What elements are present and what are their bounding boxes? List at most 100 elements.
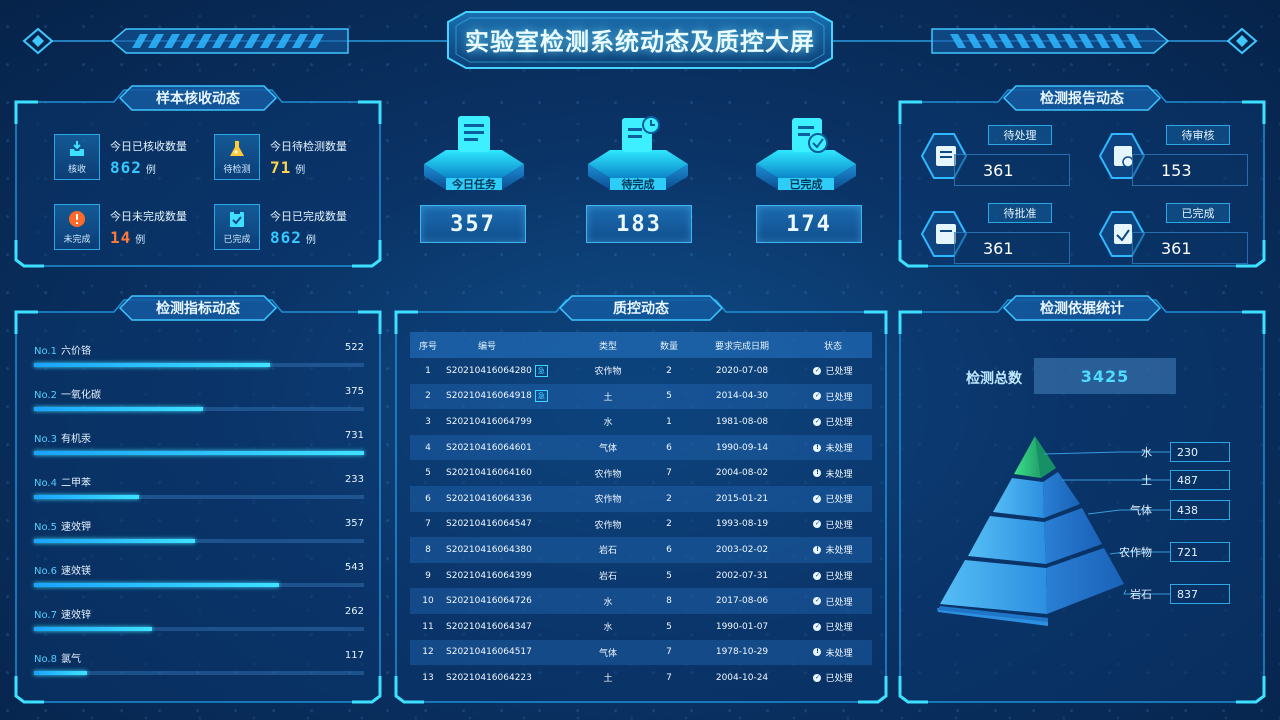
table-row[interactable]: 7 S20210416064547 农作物 2 1993-08-19 ✓ 已处理 (410, 512, 872, 538)
tier-label: 农作物 (1119, 546, 1152, 559)
cell-date: 2004-10-24 (715, 672, 769, 683)
cell-index: 3 (425, 416, 431, 427)
indicator-value: 543 (344, 562, 364, 573)
table-row[interactable]: 3 S20210416064799 水 1 1981-08-08 ✓ 已处理 (410, 409, 872, 435)
indicator-bar-track (34, 407, 364, 411)
cell-qty: 6 (666, 442, 672, 453)
cell-type: 气体 (598, 648, 617, 659)
table-row[interactable]: 9 S20210416064399 岩石 5 2002-07-31 ✓ 已处理 (410, 563, 872, 589)
info-circle-icon: ! (813, 545, 822, 554)
cell-status: 已处理 (825, 392, 853, 403)
cell-qty: 5 (666, 621, 672, 632)
indicator-row: No.7 速效锌 262 (34, 606, 364, 631)
cell-code: S20210416064547 (446, 519, 532, 530)
indicator-bar (34, 627, 153, 631)
cell-qty: 5 (666, 570, 672, 581)
cell-status: 已处理 (825, 597, 853, 608)
table-row[interactable]: 4 S20210416064601 气体 6 1990-09-14! 未处理 (410, 434, 872, 461)
info-circle-icon: ! (813, 443, 822, 452)
cell-qty: 1 (666, 416, 672, 427)
cell-code: S20210416064160 (446, 468, 532, 479)
tier-label: 水 (1141, 446, 1152, 459)
indicator-row: No.8 氯气 117 (34, 650, 364, 675)
report-value: 361 (954, 232, 1070, 264)
cell-type: 农作物 (594, 520, 622, 531)
document-icon (458, 116, 490, 152)
qc-table: 序号 编号 类型 数量 要求完成日期 状态 1 S20210416064280 急农… (410, 332, 872, 691)
cell-index: 9 (425, 570, 431, 581)
cell-status: 已处理 (825, 572, 853, 583)
total-value: 3425 (1034, 358, 1176, 394)
col-header: 序号 (418, 341, 437, 352)
indicator-name: 六价铬 (60, 346, 91, 357)
tier-label: 岩石 (1130, 588, 1152, 601)
cell-type: 水 (603, 418, 613, 429)
cell-code: S20210416064517 (446, 647, 532, 658)
indicator-row: No.3 有机汞 731 (34, 430, 364, 455)
document-clock-icon (622, 118, 660, 152)
cell-qty: 7 (666, 468, 672, 479)
indicator-name: 速效镁 (60, 566, 91, 577)
cell-index: 10 (422, 596, 434, 607)
indicator-name: 速效锌 (60, 610, 91, 621)
table-row[interactable]: 5 S20210416064160 农作物 7 2004-08-02! 未处理 (410, 460, 872, 486)
tier-label: 土 (1141, 474, 1152, 487)
cell-date: 2014-04-30 (715, 391, 769, 402)
panel-title: 检测指标动态 (156, 301, 240, 317)
check-circle-icon: ✓ (813, 366, 822, 375)
table-row[interactable]: 10 S20210416064726 水 8 2017-08-06 ✓ 已处理 (410, 588, 872, 614)
cell-qty: 2 (666, 365, 672, 376)
cell-qty: 2 (666, 519, 672, 530)
indicator-value: 233 (344, 474, 364, 485)
report-value: 361 (1132, 232, 1248, 264)
indicator-value: 357 (344, 518, 364, 529)
cell-code: S20210416064399 (446, 570, 532, 581)
cell-type: 水 (603, 623, 613, 634)
table-row[interactable]: 8 S20210416064380 岩石 6 2003-02-02! 未处理 (410, 537, 872, 563)
indicator-rank: No.4 (34, 478, 57, 489)
table-row[interactable]: 2 S20210416064918 急 土 5 2014-04-30 ✓ 已处理 (410, 383, 872, 410)
cell-qty: 5 (666, 391, 672, 402)
table-row[interactable]: 11 S20210416064347 水 5 1990-01-07 ✓ 已处理 (410, 614, 872, 640)
panel-title: 检测依据统计 (1040, 301, 1124, 317)
cell-date: 2020-07-08 (715, 365, 769, 376)
cell-type: 农作物 (594, 469, 622, 480)
table-row[interactable]: 13 S20210416064223 土 7 2004-10-24 ✓ 已处理 (410, 665, 872, 691)
tier-value: 230 (1170, 442, 1230, 462)
cell-code: S20210416064799 (446, 416, 532, 427)
cell-code: S20210416064918 (446, 391, 532, 402)
report-label: 待批准 (988, 203, 1052, 223)
indicator-value: 522 (344, 342, 364, 353)
cell-index: 6 (425, 493, 431, 504)
table-row[interactable]: 1 S20210416064280 急 农作物 2 2020-07-08 ✓ 已处理 (410, 358, 872, 384)
cell-status: 已处理 (825, 367, 853, 378)
cell-index: 4 (425, 442, 431, 453)
indicator-rank: No.8 (34, 654, 57, 665)
indicator-row: No.4 二甲苯 233 (34, 474, 364, 499)
summary-value: 174 (756, 205, 862, 243)
urgent-badge: 急 (534, 364, 548, 377)
tier-value: 487 (1170, 470, 1230, 490)
cell-status: 未处理 (825, 546, 853, 557)
table-header: 序号 编号 类型 数量 要求完成日期 状态 (410, 332, 872, 358)
check-circle-icon: ✓ (813, 673, 822, 682)
indicator-bar (34, 583, 280, 587)
table-row[interactable]: 12 S20210416064517 气体 7 1978-10-29! 未处理 (410, 639, 872, 666)
report-label: 待审核 (1166, 125, 1230, 145)
indicator-name: 二甲苯 (60, 478, 91, 489)
indicator-bar-track (34, 495, 364, 499)
cell-date: 1993-08-19 (715, 519, 769, 530)
summary-label: 待完成 (621, 178, 655, 191)
cell-index: 7 (425, 519, 431, 530)
indicator-bar (34, 407, 204, 411)
check-circle-icon: ✓ (813, 622, 822, 631)
cell-date: 2017-08-06 (715, 596, 769, 607)
cell-qty: 2 (666, 493, 672, 504)
table-row[interactable]: 6 S20210416064336 农作物 2 2015-01-21 ✓ 已处理 (410, 485, 872, 512)
info-circle-icon: ! (813, 648, 822, 657)
cell-type: 土 (603, 674, 613, 685)
check-circle-icon: ✓ (813, 494, 822, 503)
cell-type: 农作物 (594, 495, 622, 506)
cell-type: 农作物 (594, 367, 622, 378)
col-header: 编号 (477, 341, 496, 352)
